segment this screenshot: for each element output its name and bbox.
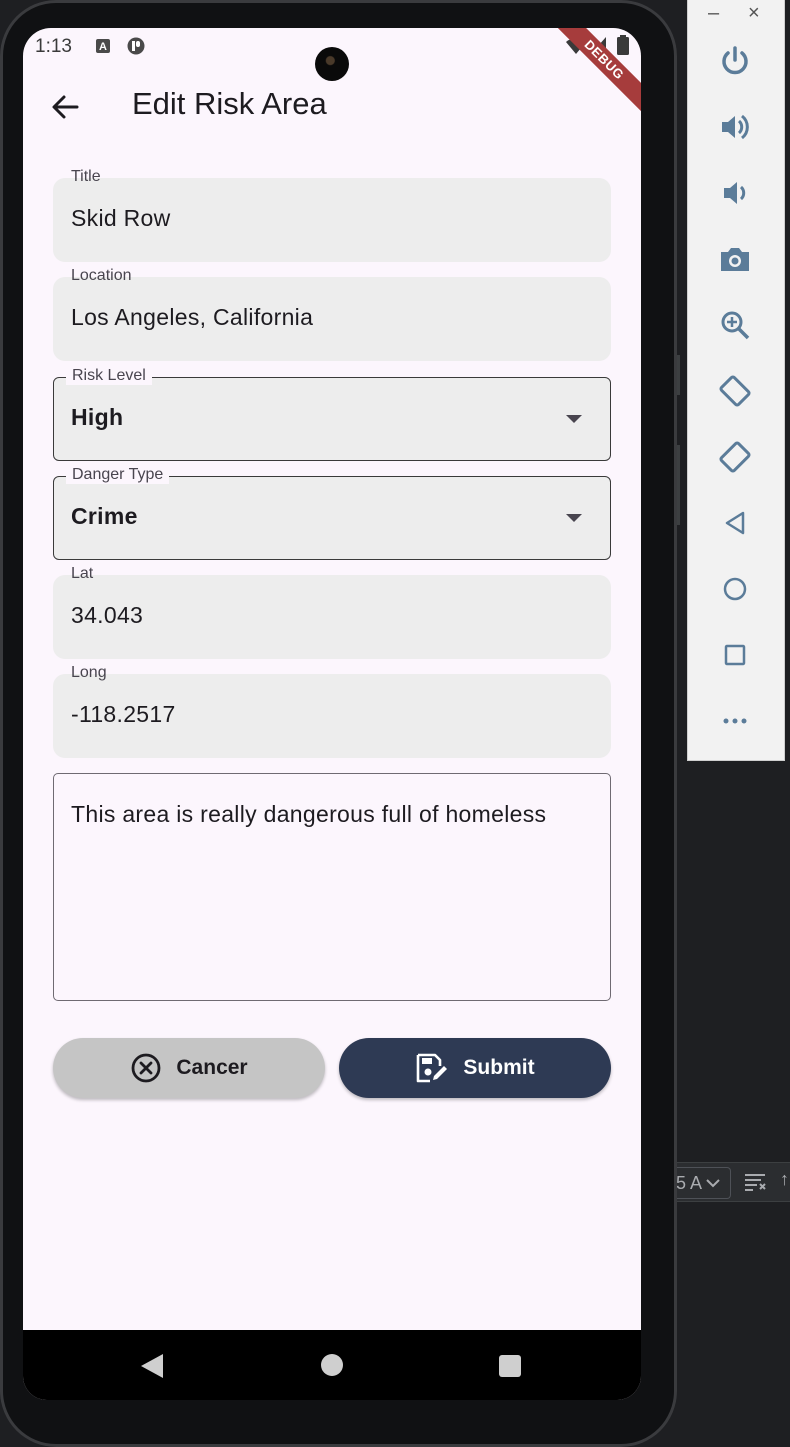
rotate-left-button[interactable] [712,368,758,414]
close-icon[interactable]: × [748,2,760,25]
submit-button[interactable]: Submit [339,1038,611,1098]
lat-field[interactable]: Lat 34.043 [53,565,611,659]
front-camera [315,47,349,81]
location-field[interactable]: Location Los Angeles, California [53,267,611,361]
long-field-label: Long [71,664,107,681]
keyboard-a-icon: A [96,39,110,53]
status-time: 1:13 [35,36,72,57]
minimize-icon[interactable]: – [708,2,719,25]
overview-square-icon [724,644,746,666]
long-field-value: -118.2517 [71,701,176,727]
danger-type-dropdown[interactable]: Danger Type Crime [53,466,611,560]
home-button[interactable] [712,566,758,612]
zoom-in-icon [721,311,750,340]
location-field-value: Los Angeles, California [71,304,314,330]
power-button[interactable] [712,38,758,84]
description-value: This area is really dangerous full of ho… [71,801,547,827]
title-field[interactable]: Title Skid Row [53,168,611,262]
save-edit-icon [417,1053,448,1083]
phone-frame: 1:13 A DEBUG Edit Risk Area Title Skid R… [0,0,677,1447]
danger-type-value: Crime [71,503,138,529]
cancel-circle-icon [131,1053,161,1083]
arrow-up-icon[interactable]: ↑ [780,1169,789,1190]
more-button[interactable] [712,698,758,744]
dropdown-arrow-icon [566,415,582,423]
soft-wrap-icon[interactable] [744,1172,766,1192]
location-field-label: Location [71,267,132,284]
zoom-button[interactable] [712,302,758,348]
rotate-left-icon [719,375,751,407]
nav-home-icon[interactable] [321,1354,343,1376]
ide-toolbar-strip: 5 A ↑ [676,1162,790,1202]
volume-up-button[interactable] [712,104,758,150]
cancel-button-label: Cancer [176,1056,248,1079]
volume-down-icon [724,182,746,204]
chevron-down-icon [706,1179,720,1188]
long-field[interactable]: Long -118.2517 [53,664,611,758]
lat-field-value: 34.043 [71,602,144,628]
more-icon [723,718,747,724]
nav-back-icon[interactable] [141,1354,163,1378]
volume-down-button[interactable] [712,170,758,216]
lat-field-label: Lat [71,565,94,582]
submit-button-label: Submit [463,1056,535,1079]
overview-button[interactable] [712,632,758,678]
rotate-right-icon [719,441,751,473]
camera-icon [721,248,749,271]
page-title: Edit Risk Area [132,86,327,121]
android-nav-bar [23,1330,641,1400]
battery-icon [617,35,629,55]
home-circle-icon [723,577,747,601]
cancel-button[interactable]: Cancer [53,1038,325,1098]
risk-level-label: Risk Level [66,367,152,385]
rotate-right-button[interactable] [712,434,758,480]
volume-up-icon [722,114,749,140]
power-icon [722,46,748,75]
risk-level-value: High [71,404,124,430]
svg-text:A: A [99,41,107,53]
ide-combo-text: 5 A [676,1173,703,1193]
danger-type-label: Danger Type [66,466,170,484]
risk-level-dropdown[interactable]: Risk Level High [53,367,611,461]
title-field-label: Title [71,168,101,185]
back-triangle-icon [725,511,745,535]
description-textarea[interactable]: This area is really dangerous full of ho… [53,773,611,1001]
back-arrow-icon[interactable] [49,91,81,123]
nav-recents-icon[interactable] [499,1355,521,1377]
screenshot-button[interactable] [712,236,758,282]
back-button[interactable] [712,500,758,546]
app-screen: 1:13 A DEBUG Edit Risk Area Title Skid R… [23,28,641,1400]
ide-combo-box[interactable]: 5 A [676,1167,731,1199]
app-notification-icon [127,37,145,55]
title-field-value: Skid Row [71,205,171,231]
emulator-toolbar: – × [687,0,785,761]
dropdown-arrow-icon [566,514,582,522]
